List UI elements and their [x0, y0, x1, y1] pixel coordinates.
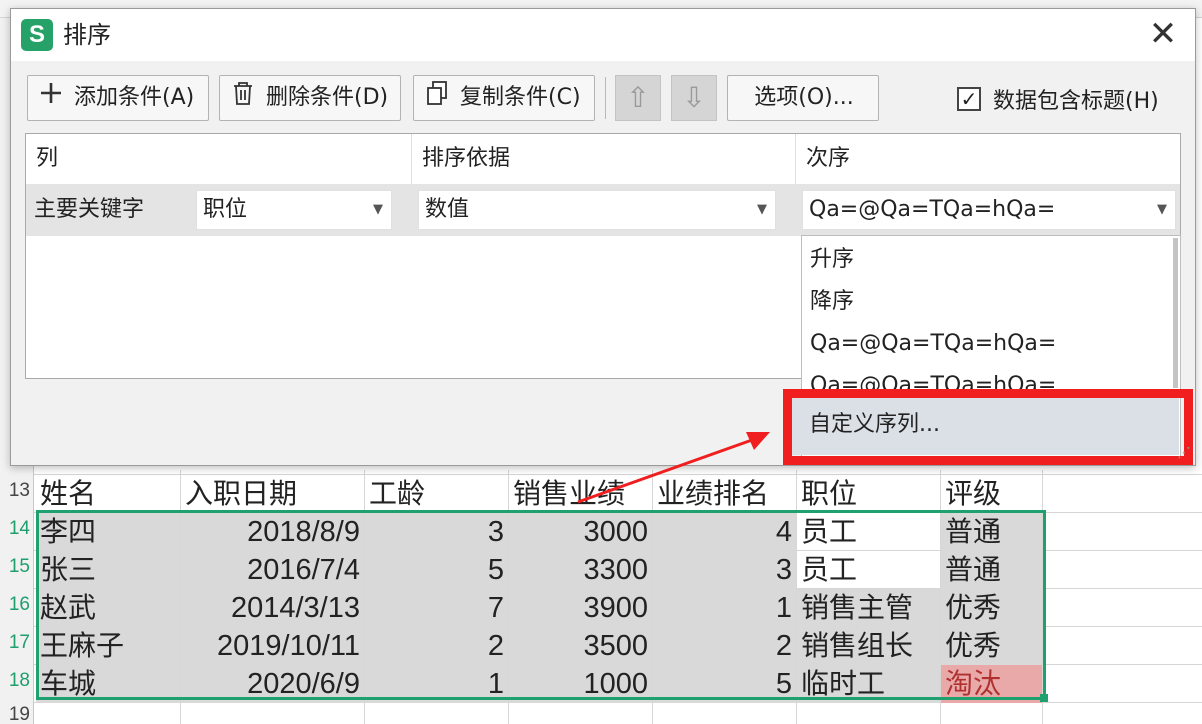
annotation-arrow-icon — [577, 432, 770, 504]
